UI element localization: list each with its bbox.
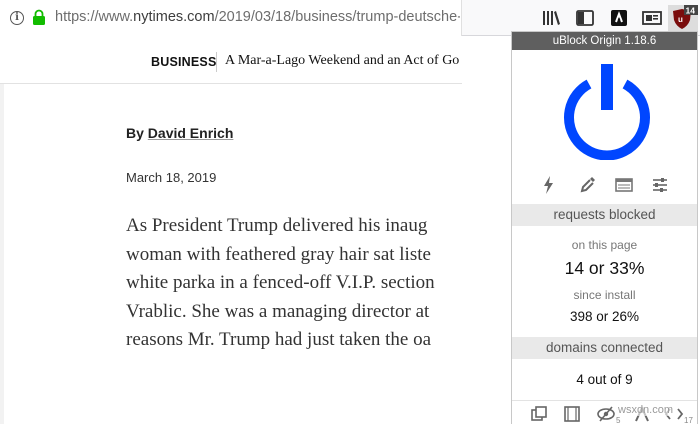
publish-date: March 18, 2019 xyxy=(126,170,217,185)
cosmetic-filter-icon[interactable] xyxy=(596,405,616,423)
cosmetic-filter-count: 5 xyxy=(616,416,621,424)
requests-blocked-label: requests blocked xyxy=(512,204,697,226)
url-domain: nytimes.com xyxy=(133,9,215,25)
popup-title: uBlock Origin 1.18.6 xyxy=(512,32,697,50)
byline-prefix: By xyxy=(126,125,144,141)
lightning-icon[interactable] xyxy=(539,174,559,196)
since-install-value: 398 or 26% xyxy=(569,309,640,324)
settings-sliders-icon[interactable] xyxy=(650,174,670,196)
on-page-label: on this page xyxy=(571,238,638,252)
paragraph-line: As President Trump delivered his inaug xyxy=(126,215,428,236)
paragraph-line: Vrablic. She was a managing director at xyxy=(126,300,430,322)
reader-view-icon[interactable] xyxy=(639,5,665,31)
ublock-popup: uBlock Origin 1.18.6 requests blocked on xyxy=(511,31,698,424)
info-icon[interactable]: i xyxy=(10,11,24,25)
tools-row xyxy=(512,174,697,196)
paragraph-line: reasons Mr. Trump had just taken the oa xyxy=(126,329,432,350)
section-header: BUSINESS A Mar-a-Lago Weekend and an Act… xyxy=(0,36,462,84)
power-button-icon[interactable] xyxy=(557,60,657,160)
section-name[interactable]: BUSINESS xyxy=(151,55,217,69)
page-gutter xyxy=(0,84,4,424)
divider xyxy=(216,52,217,72)
sidebar-icon[interactable] xyxy=(572,5,598,31)
domains-connected-label: domains connected xyxy=(512,337,697,359)
on-page-value: 14 or 33% xyxy=(564,258,645,278)
author-link[interactable]: David Enrich xyxy=(148,125,234,141)
eyedropper-icon[interactable] xyxy=(578,174,598,196)
paragraph-line: white parka in a fenced-off V.I.P. secti… xyxy=(126,272,435,293)
svg-text:u: u xyxy=(678,15,683,24)
ublock-origin-icon[interactable]: u 14 xyxy=(668,5,698,31)
ublock-badge-count: 14 xyxy=(686,5,696,15)
logger-icon[interactable] xyxy=(614,174,634,196)
library-icon[interactable] xyxy=(538,5,564,31)
domains-connected-value: 4 out of 9 xyxy=(576,372,633,387)
url-path: /2019/03/18/business/trump-deutsche-b xyxy=(214,9,460,25)
address-bar[interactable]: i https://www.nytimes.com/2019/03/18/bus… xyxy=(0,0,462,36)
article-body: As President Trump delivered his inaug w… xyxy=(126,212,462,355)
watermark: wsxdn.com xyxy=(618,404,674,416)
media-block-icon[interactable] xyxy=(562,405,582,423)
extension-a-icon[interactable] xyxy=(606,5,632,31)
section-headline[interactable]: A Mar-a-Lago Weekend and an Act of Go xyxy=(225,53,459,69)
since-install-label: since install xyxy=(573,288,636,302)
byline: By David Enrich xyxy=(126,125,233,141)
url-text[interactable]: https://www.nytimes.com/2019/03/18/busin… xyxy=(55,9,460,25)
url-prefix: https://www. xyxy=(55,9,134,25)
lock-icon[interactable] xyxy=(32,9,46,26)
paragraph-line: woman with feathered gray hair sat liste xyxy=(126,243,431,265)
script-block-count: 17 xyxy=(684,416,693,424)
popup-block-icon[interactable] xyxy=(529,405,549,423)
